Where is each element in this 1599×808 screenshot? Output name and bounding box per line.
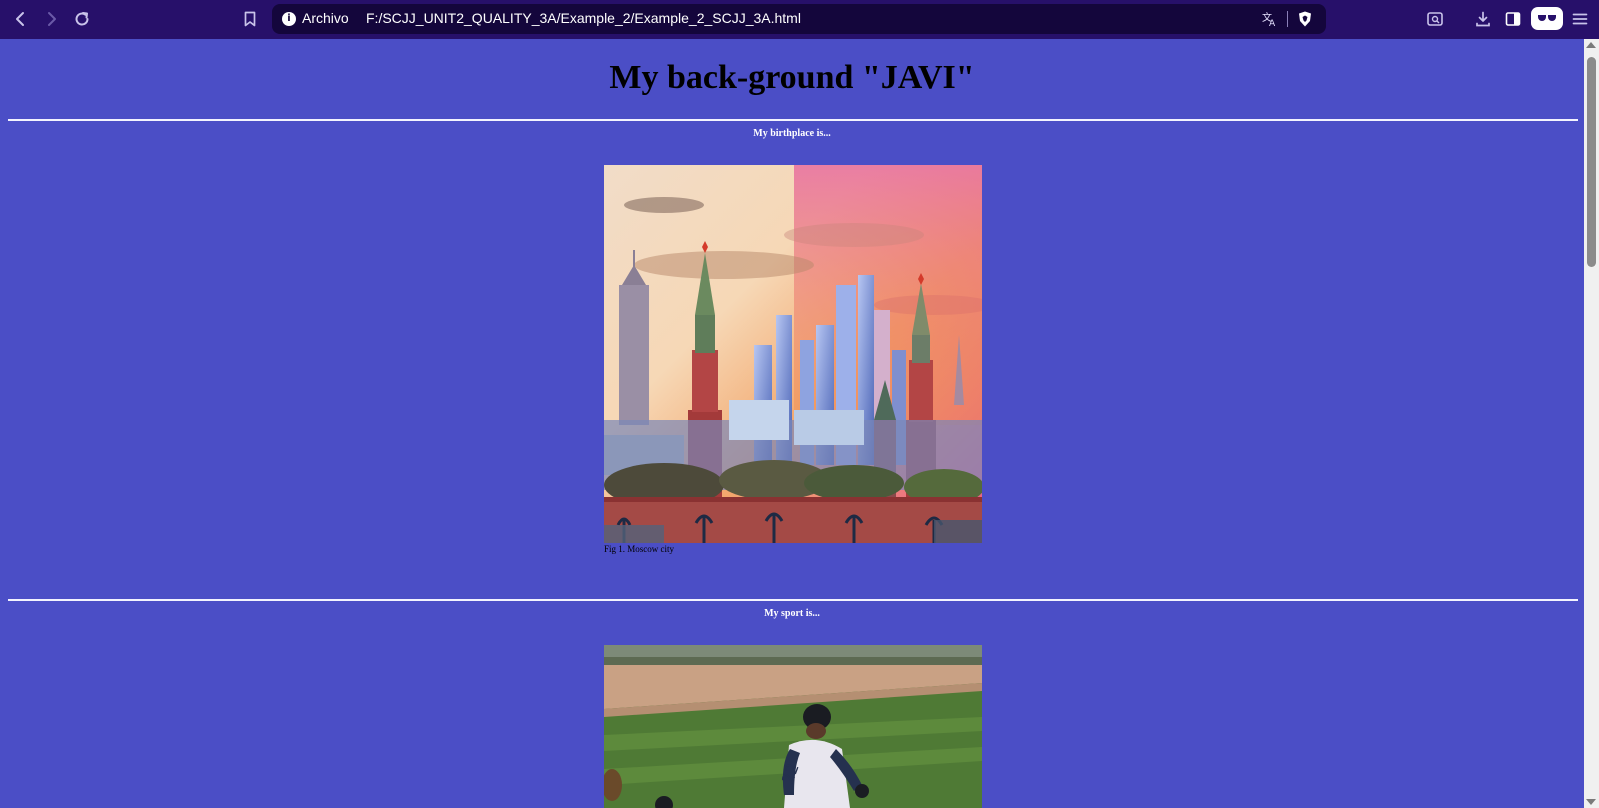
scroll-down-arrow-icon[interactable]: [1586, 799, 1596, 805]
svg-text:A: A: [1269, 19, 1276, 28]
bookmark-icon[interactable]: [239, 8, 261, 30]
horizontal-rule: [8, 599, 1578, 601]
back-arrow-icon[interactable]: [10, 8, 32, 30]
translate-icon[interactable]: 文A: [1259, 8, 1281, 30]
horizontal-rule: [8, 119, 1578, 121]
browser-toolbar: i Archivo F:/SCJJ_UNIT2_QUALITY_3A/Examp…: [0, 0, 1599, 39]
vertical-scrollbar[interactable]: [1584, 39, 1599, 808]
section-heading-birthplace: My birthplace is...: [753, 128, 831, 139]
menu-icon[interactable]: [1569, 8, 1591, 30]
brave-shields-icon[interactable]: [1294, 8, 1316, 30]
download-icon[interactable]: [1472, 8, 1494, 30]
reader-mode-icon[interactable]: [1531, 7, 1563, 30]
url-bar-divider: [1287, 11, 1288, 27]
address-bar[interactable]: i Archivo F:/SCJJ_UNIT2_QUALITY_3A/Examp…: [272, 4, 1326, 34]
image-caption: Fig 1. Moscow city: [604, 544, 675, 554]
info-icon[interactable]: i: [282, 12, 296, 26]
sidebar-icon[interactable]: [1502, 8, 1524, 30]
scrollbar-thumb[interactable]: [1587, 57, 1596, 267]
url-text[interactable]: F:/SCJJ_UNIT2_QUALITY_3A/Example_2/Examp…: [366, 10, 801, 26]
screenshot-icon[interactable]: [1424, 8, 1446, 30]
reload-icon[interactable]: [71, 8, 93, 30]
scroll-up-arrow-icon[interactable]: [1586, 42, 1596, 48]
scheme-label: Archivo: [302, 10, 349, 26]
section-heading-sport: My sport is...: [764, 608, 820, 619]
moscow-city-image: [604, 165, 982, 543]
page-content: My back-ground "JAVI" My birthplace is..…: [0, 39, 1584, 808]
page-title: My back-ground "JAVI": [609, 59, 975, 96]
baseball-player-image: 22: [604, 645, 982, 808]
forward-arrow-icon[interactable]: [40, 8, 62, 30]
